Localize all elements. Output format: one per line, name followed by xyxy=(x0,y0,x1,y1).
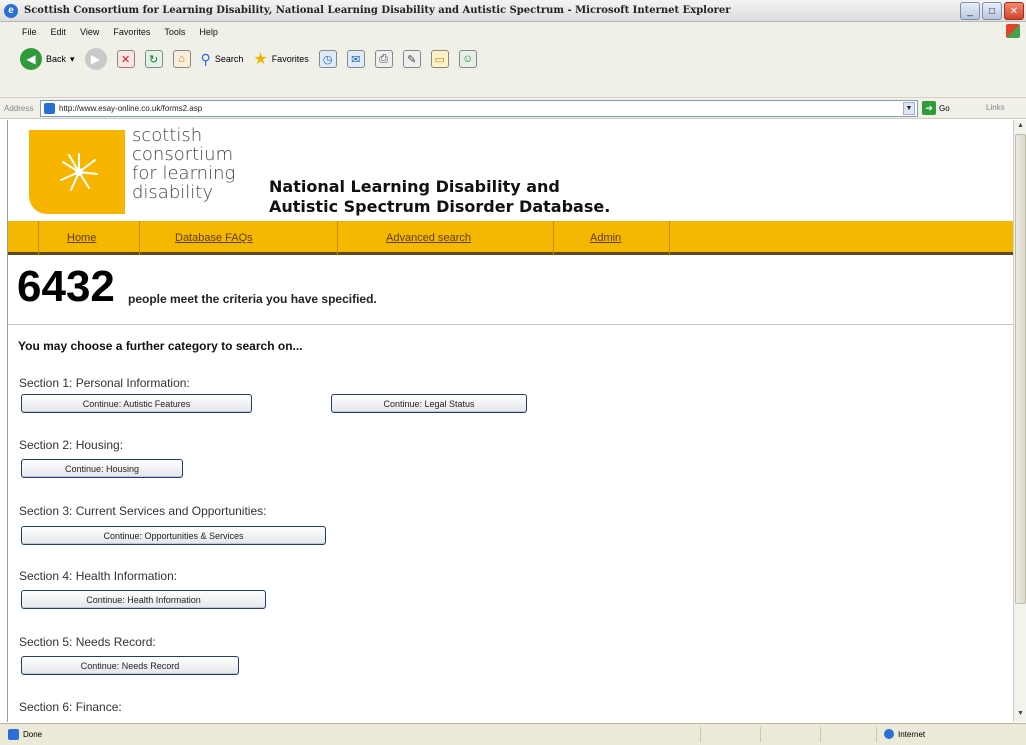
nav-admin[interactable]: Admin xyxy=(590,232,621,244)
page-icon xyxy=(44,103,55,114)
maximize-button[interactable]: □ xyxy=(982,2,1002,20)
logo-line-4: disability xyxy=(132,182,213,203)
further-category-prompt: You may choose a further category to sea… xyxy=(18,339,303,353)
database-title: National Learning Disability and Autisti… xyxy=(269,177,610,217)
window-controls: _ □ ✕ xyxy=(960,2,1024,20)
menu-tools[interactable]: Tools xyxy=(164,27,185,37)
zone-text: Internet xyxy=(898,729,926,739)
address-bar: Address http://www.esay-online.co.uk/for… xyxy=(0,98,1026,119)
status-done: Done xyxy=(8,729,42,740)
scroll-up-icon[interactable]: ▲ xyxy=(1015,120,1026,132)
menu-edit[interactable]: Edit xyxy=(51,27,67,37)
menu-favorites[interactable]: Favorites xyxy=(113,27,150,37)
menu-bar: File Edit View Favorites Tools Help xyxy=(0,22,1026,42)
nav-database-faqs[interactable]: Database FAQs xyxy=(175,232,253,244)
nav-separator xyxy=(38,221,39,255)
site-logo[interactable] xyxy=(29,130,125,214)
folder-button[interactable]: ▭ xyxy=(430,50,449,68)
section-6-label: Section 6: Finance: xyxy=(19,700,122,714)
back-label: Back xyxy=(46,54,67,64)
nav-home[interactable]: Home xyxy=(67,232,96,244)
database-title-line-2: Autistic Spectrum Disorder Database. xyxy=(269,197,611,216)
close-button[interactable]: ✕ xyxy=(1004,2,1024,20)
continue-needs-record-button[interactable]: Continue: Needs Record xyxy=(21,656,239,675)
section-1-label: Section 1: Personal Information: xyxy=(19,376,190,390)
menu-view[interactable]: View xyxy=(80,27,99,37)
home-button[interactable]: ⌂ xyxy=(172,50,191,68)
windows-logo-icon xyxy=(1006,24,1020,38)
ie-icon: e xyxy=(4,3,18,18)
page-viewport: scottish consortium for learning disabil… xyxy=(7,120,1013,722)
status-pane xyxy=(700,727,701,742)
address-label: Address xyxy=(4,103,34,113)
menu-help[interactable]: Help xyxy=(199,27,218,37)
standard-toolbar: ◀ Back ▾ ▶ ✕ ↻ ⌂ ⚲ Search ★ Favorites ◷ … xyxy=(0,42,1026,98)
section-5-label: Section 5: Needs Record: xyxy=(19,635,156,649)
logo-line-2: consortium xyxy=(132,144,234,165)
logo-wordmark: scottish consortium for learning disabil… xyxy=(132,126,235,202)
search-icon: ⚲ xyxy=(200,50,211,67)
globe-icon xyxy=(884,729,894,739)
continue-legal-status-button[interactable]: Continue: Legal Status xyxy=(331,394,527,413)
logo-line-3: for learning xyxy=(132,163,236,184)
refresh-button[interactable]: ↻ xyxy=(144,50,163,68)
forward-button[interactable]: ▶ xyxy=(84,48,107,70)
nav-separator xyxy=(337,221,338,255)
mail-button[interactable]: ✉ xyxy=(346,50,365,68)
page-done-icon xyxy=(8,729,19,740)
nav-advanced-search[interactable]: Advanced search xyxy=(386,232,471,244)
search-label: Search xyxy=(214,54,244,64)
burst-icon xyxy=(60,153,98,191)
divider xyxy=(8,324,1013,325)
continue-housing-button[interactable]: Continue: Housing xyxy=(21,459,183,478)
history-button[interactable]: ◷ xyxy=(318,50,337,68)
site-nav: Home Database FAQs Advanced search Admin xyxy=(8,221,1013,255)
back-button[interactable]: ◀ Back ▾ xyxy=(20,48,75,70)
back-arrow-icon: ◀ xyxy=(20,48,42,70)
result-count: 6432 xyxy=(17,262,115,311)
star-icon: ★ xyxy=(253,51,268,68)
links-button[interactable]: Links xyxy=(986,103,1005,112)
status-pane xyxy=(876,727,877,742)
url-text: http://www.esay-online.co.uk/forms2.asp xyxy=(59,104,203,113)
nav-separator xyxy=(139,221,140,255)
window-title: Scottish Consortium for Learning Disabil… xyxy=(24,5,731,16)
go-arrow-icon: ➔ xyxy=(922,101,936,115)
scroll-down-icon[interactable]: ▼ xyxy=(1015,708,1026,720)
database-title-line-1: National Learning Disability and xyxy=(269,177,560,196)
continue-autistic-features-button[interactable]: Continue: Autistic Features xyxy=(21,394,252,413)
title-bar: e Scottish Consortium for Learning Disab… xyxy=(0,0,1026,22)
security-zone: Internet xyxy=(884,729,925,739)
messenger-button[interactable]: ☺ xyxy=(458,50,477,68)
section-4-label: Section 4: Health Information: xyxy=(19,569,178,583)
status-pane xyxy=(820,727,821,742)
edit-button[interactable]: ✎ xyxy=(402,50,421,68)
address-dropdown-icon[interactable]: ▼ xyxy=(903,102,915,115)
continue-health-information-button[interactable]: Continue: Health Information xyxy=(21,590,266,609)
favorites-button[interactable]: ★ Favorites xyxy=(253,49,308,69)
status-bar: Done Internet xyxy=(0,723,1026,745)
vertical-scrollbar[interactable]: ▲ ▼ xyxy=(1013,120,1026,722)
continue-opportunities-services-button[interactable]: Continue: Opportunities & Services xyxy=(21,526,326,545)
nav-separator xyxy=(553,221,554,255)
menu-file[interactable]: File xyxy=(22,27,37,37)
go-label: Go xyxy=(939,103,950,113)
print-button[interactable]: ⎙ xyxy=(374,50,393,68)
status-text: Done xyxy=(23,730,43,739)
minimize-button[interactable]: _ xyxy=(960,2,980,20)
result-count-text: people meet the criteria you have specif… xyxy=(128,292,377,306)
chevron-down-icon[interactable]: ▾ xyxy=(70,54,75,65)
section-3-label: Section 3: Current Services and Opportun… xyxy=(19,504,267,518)
section-2-label: Section 2: Housing: xyxy=(19,438,124,452)
status-pane xyxy=(760,727,761,742)
url-field[interactable]: http://www.esay-online.co.uk/forms2.asp … xyxy=(40,100,918,117)
search-button[interactable]: ⚲ Search xyxy=(201,51,244,68)
favorites-label: Favorites xyxy=(271,54,309,64)
nav-separator xyxy=(669,221,670,255)
scroll-thumb[interactable] xyxy=(1015,134,1026,604)
logo-line-1: scottish xyxy=(132,125,203,146)
stop-button[interactable]: ✕ xyxy=(116,50,135,68)
go-button[interactable]: ➔ Go xyxy=(922,101,950,115)
